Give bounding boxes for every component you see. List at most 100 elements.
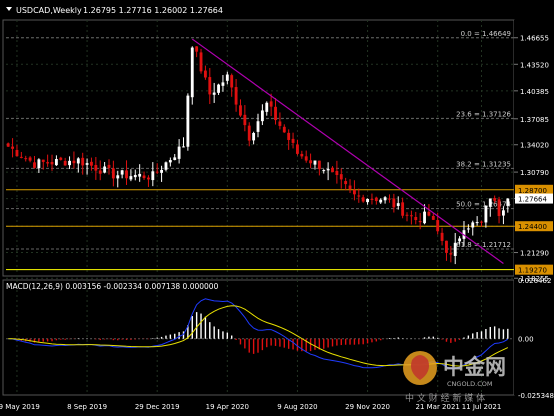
candle-body [392,198,396,208]
candle-body [480,221,483,223]
candle-body [11,146,14,149]
candle-body [81,157,85,166]
candle-body [427,211,431,216]
candle-body [361,197,365,202]
candle-body [120,170,124,175]
price-tick-label: 1.40385 [520,88,549,96]
candle-body [142,175,146,179]
price-tick-label: 1.46655 [520,35,549,43]
symbol-dropdown-icon[interactable] [6,7,12,11]
symbol-label[interactable]: USDCAD,Weekly [16,6,82,15]
macd-header: MACD(12,26,9) 0.003156 -0.002334 0.00713… [6,282,219,291]
macd-tick-label: 0.026462 [518,277,551,285]
candle-body [46,162,50,164]
candle-body [6,143,10,147]
candle-body [147,177,150,180]
time-tick-label: 19 May 2019 [0,403,40,411]
price-tick-label: 1.43520 [520,61,549,69]
candle-body [203,70,207,78]
candle-body [19,156,23,158]
fib-level-label: 0.0 = 1.46649 [461,30,511,38]
candle-body [28,157,32,161]
level-price-label: 1.19270 [518,267,547,275]
candle-body [291,138,295,143]
candle-body [199,52,203,72]
ohlc-readout: 1.26795 1.27716 1.26002 1.27664 [83,6,223,15]
candle-body [103,166,107,173]
candle-body [493,198,497,201]
candle-body [208,77,212,95]
candle-body [94,164,98,171]
candle-body [440,232,444,241]
time-tick-label: 19 Apr 2020 [206,403,249,411]
candle-body [453,242,457,256]
candle-body [335,170,339,175]
candle-body [252,132,256,141]
candle-body [269,101,273,107]
cngold-logo: 中金网 CNGOLD.COM 中 文 财 经 新 媒 体 [403,351,506,404]
candle-body [155,171,159,173]
candle-body [239,105,242,116]
candle-body [50,161,54,165]
candle-body [309,160,313,164]
downtrend-line [191,38,504,264]
candle-body [54,158,58,166]
candle-body [304,156,308,161]
candle-body [76,158,80,164]
candle-body [401,202,405,216]
candle-body [423,211,426,224]
candle-body [260,110,264,122]
candles [6,46,510,265]
candle-body [458,238,462,242]
chart-canvas: 1.46655 1.43520 1.40385 1.37085 1.34020 1.307… [0,6,554,411]
candle-body [85,163,89,165]
fib-level-label: 23.6 = 1.37126 [456,110,511,118]
candle-body [466,228,470,230]
candle-body [374,197,378,202]
time-tick-label: 29 Dec 2019 [135,403,180,411]
watermark-url: CNGOLD.COM [447,380,493,388]
candle-body [98,170,102,174]
candle-body [300,153,304,157]
candle-body [344,181,348,185]
candle-body [317,160,321,170]
price-tick-label: 1.34020 [520,142,549,150]
time-tick-label: 11 Jul 2021 [462,403,502,411]
candle-body [282,126,286,133]
candle-body [68,160,71,166]
candle-body [383,197,387,201]
candle-body [370,198,374,200]
candle-body [15,150,19,157]
candle-body [348,185,352,190]
candle-body [33,162,36,168]
candle-body [475,222,479,224]
candle-body [405,214,409,216]
candle-body [125,170,128,179]
macd-pane-border [2,279,515,396]
candle-body [116,175,120,179]
candle-body [313,160,317,165]
candle-body [177,146,181,159]
candle-body [357,195,361,197]
candle-body [63,160,67,166]
macd-tick-label: 0.00 [518,336,534,344]
chart-window: 1.46655 1.43520 1.40385 1.37085 1.34020 1.307… [0,0,554,416]
candle-body [331,167,334,173]
candle-body [195,46,199,52]
candle-body [230,75,234,88]
candle-body [379,199,383,203]
candle-body [138,173,142,177]
level-price-label: 1.24400 [518,223,547,231]
time-axis-labels: 19 May 2019 8 Sep 2019 29 Dec 2019 19 Apr 2… [0,403,501,411]
candle-body [418,220,422,223]
candle-body [186,95,190,147]
candle-body [164,162,168,170]
candle-body [326,169,330,171]
candle-body [366,198,369,203]
price-pane-border [2,19,515,277]
candle-body [59,157,63,160]
candle-body [182,146,185,148]
time-tick-label: 8 Sep 2019 [67,403,107,411]
candle-body [265,102,269,112]
candle-body [449,253,453,255]
